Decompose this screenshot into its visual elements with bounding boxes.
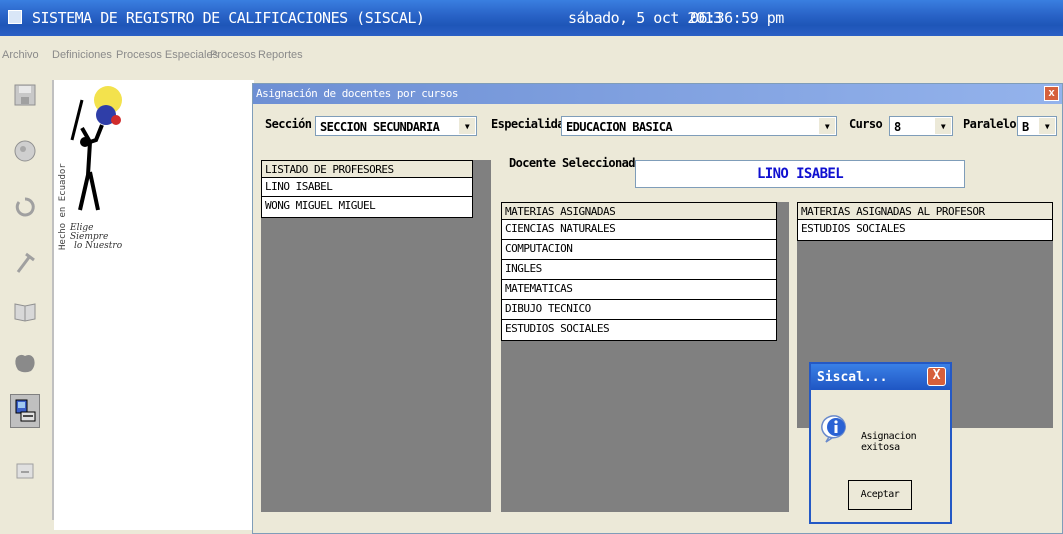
save-icon[interactable] <box>10 78 40 112</box>
logo-slogan-line2: lo Nuestro <box>74 241 123 251</box>
docente-seleccionado-field: LINO ISABEL <box>635 160 965 188</box>
list-item[interactable]: ESTUDIOS SOCIALES <box>502 320 776 340</box>
refresh-icon[interactable] <box>10 190 40 224</box>
logo-vertical-label: Hecho en Ecuador <box>58 163 68 250</box>
logo-slogan-line1: Elige Siempre <box>70 223 109 242</box>
materias-header: MATERIAS ASIGNADAS <box>502 203 776 220</box>
list-item[interactable]: LINO ISABEL <box>262 178 472 197</box>
tools-icon[interactable] <box>10 246 40 280</box>
main-window: SISTEMA DE REGISTRO DE CALIFICACIONES (S… <box>0 0 1063 534</box>
list-item[interactable]: WONG MIGUEL MIGUEL <box>262 197 472 217</box>
toolbar-separator <box>52 80 54 520</box>
paralelo-value: B <box>1022 120 1029 134</box>
dialog-title-bar: Siscal... X <box>811 364 950 390</box>
map-icon[interactable] <box>10 346 40 380</box>
menu-archivo[interactable]: Archivo <box>2 49 39 61</box>
curso-select[interactable]: 8 ▼ <box>889 116 953 136</box>
menu-reportes[interactable]: Reportes <box>258 49 303 61</box>
curso-value: 8 <box>894 120 901 134</box>
aceptar-button[interactable]: Aceptar <box>848 480 912 510</box>
exit-icon[interactable] <box>10 454 40 488</box>
info-icon <box>821 414 851 444</box>
list-item[interactable]: INGLES <box>502 260 776 280</box>
curso-label: Curso <box>849 117 883 131</box>
list-item[interactable]: CIENCIAS NATURALES <box>502 220 776 240</box>
dialog-title: Siscal... <box>817 370 888 385</box>
menu-procesos[interactable]: Procesos <box>210 49 256 61</box>
title-bar: SISTEMA DE REGISTRO DE CALIFICACIONES (S… <box>0 0 1063 36</box>
toolbar <box>8 78 42 518</box>
menu-bar: Archivo Definiciones Procesos Especiales… <box>0 46 1063 66</box>
list-item[interactable]: MATEMATICAS <box>502 280 776 300</box>
list-item[interactable]: COMPUTACION <box>502 240 776 260</box>
paralelo-label: Paralelo <box>963 117 1017 131</box>
close-icon[interactable]: X <box>927 367 946 386</box>
materias-panel: MATERIAS ASIGNADAS CIENCIAS NATURALES CO… <box>501 202 789 512</box>
chevron-down-icon[interactable]: ▼ <box>819 118 835 134</box>
seccion-select[interactable]: SECCION SECUNDARIA ▼ <box>315 116 477 136</box>
time-display: 06:36:59 pm <box>690 9 784 27</box>
asignacion-title: Asignación de docentes por cursos <box>256 87 459 100</box>
chevron-down-icon[interactable]: ▼ <box>459 118 475 134</box>
materias-profesor-list[interactable]: MATERIAS ASIGNADAS AL PROFESOR ESTUDIOS … <box>797 202 1053 241</box>
user-icon[interactable] <box>10 134 40 168</box>
app-icon <box>8 10 22 24</box>
menu-procesos-especiales[interactable]: Procesos Especiales <box>116 49 218 61</box>
materias-list[interactable]: MATERIAS ASIGNADAS CIENCIAS NATURALES CO… <box>501 202 777 341</box>
menu-definiciones[interactable]: Definiciones <box>52 49 112 61</box>
docente-seleccionado-label: Docente Seleccionado <box>509 156 642 170</box>
list-item[interactable]: DIBUJO TECNICO <box>502 300 776 320</box>
chevron-down-icon[interactable]: ▼ <box>935 118 951 134</box>
especialidad-value: EDUCACION BASICA <box>566 120 673 134</box>
logo-slogan: Elige Siempre lo Nuestro <box>70 224 128 251</box>
paralelo-select[interactable]: B ▼ <box>1017 116 1057 136</box>
dialog-message: Asignacion exitosa <box>861 431 917 453</box>
chevron-down-icon[interactable]: ▼ <box>1039 118 1055 134</box>
seccion-label: Sección <box>265 117 312 131</box>
especialidad-select[interactable]: EDUCACION BASICA ▼ <box>561 116 837 136</box>
app-title: SISTEMA DE REGISTRO DE CALIFICACIONES (S… <box>32 9 425 27</box>
seccion-value: SECCION SECUNDARIA <box>320 120 440 134</box>
profesores-panel: LISTADO DE PROFESORES LINO ISABEL WONG M… <box>261 160 491 512</box>
logo-vertical-text: Hecho en Ecuador <box>58 80 68 250</box>
especialidad-label: Especialidad <box>491 117 571 131</box>
materias-profesor-header: MATERIAS ASIGNADAS AL PROFESOR <box>798 203 1052 220</box>
computer-icon[interactable] <box>10 394 40 428</box>
logo: Hecho en Ecuador Elige Siempre lo Nuestr… <box>58 80 128 260</box>
profesores-header: LISTADO DE PROFESORES <box>262 161 472 178</box>
list-item[interactable]: ESTUDIOS SOCIALES <box>798 220 1052 240</box>
close-icon[interactable]: x <box>1044 86 1059 101</box>
asignacion-title-bar: Asignación de docentes por cursos x <box>253 84 1062 104</box>
book-icon[interactable] <box>10 294 40 328</box>
profesores-list[interactable]: LISTADO DE PROFESORES LINO ISABEL WONG M… <box>261 160 473 218</box>
message-dialog: Siscal... X Asignacion exitosa Aceptar <box>809 362 952 524</box>
